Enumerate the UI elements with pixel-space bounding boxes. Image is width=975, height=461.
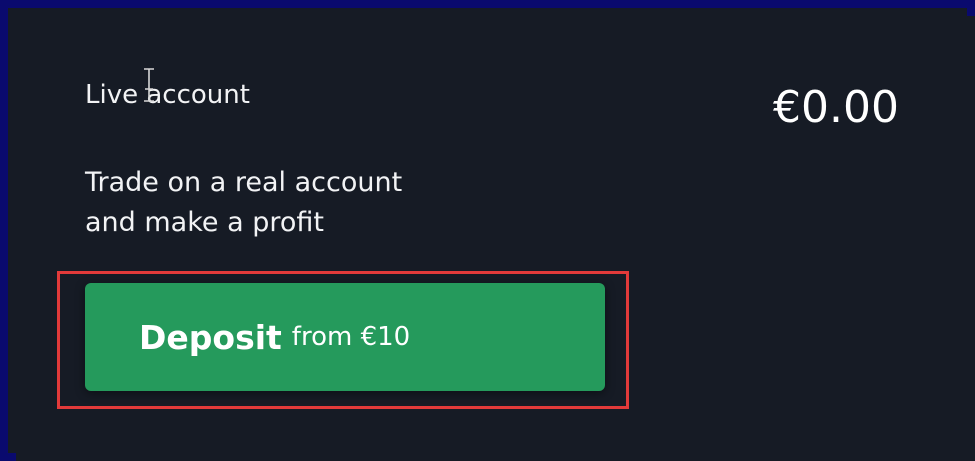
live-account-card: Live account €0.00 Trade on a real accou… bbox=[16, 16, 975, 461]
account-description: Trade on a real account and make a profi… bbox=[85, 167, 403, 238]
text-cursor-icon bbox=[144, 68, 154, 102]
window-frame: Live account €0.00 Trade on a real accou… bbox=[0, 0, 975, 461]
account-balance: €0.00 bbox=[773, 82, 899, 133]
deposit-button-sublabel: from €10 bbox=[291, 322, 411, 352]
account-title: Live account bbox=[85, 80, 250, 110]
deposit-button-label: Deposit bbox=[139, 317, 282, 357]
deposit-button[interactable]: Deposit from €10 bbox=[85, 283, 605, 391]
